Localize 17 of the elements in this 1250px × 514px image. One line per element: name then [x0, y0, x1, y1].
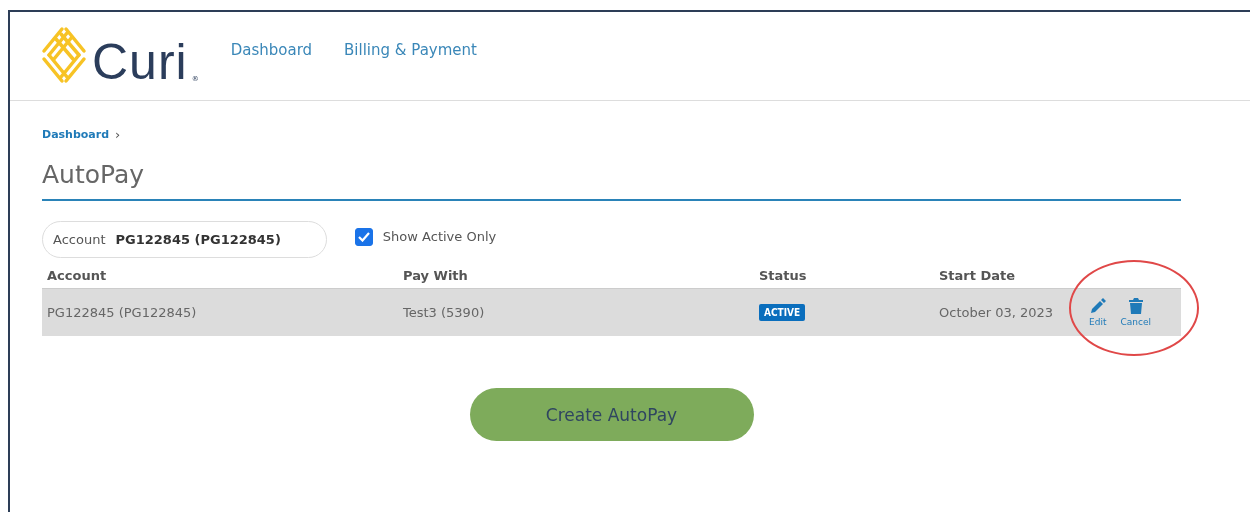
nav-link[interactable]: Billing & Payment [344, 41, 477, 59]
edit-button[interactable]: Edit [1089, 298, 1107, 327]
status-badge: ACTIVE [759, 304, 806, 321]
table-cell: October 03, 2023 [939, 305, 1054, 320]
checkbox[interactable] [354, 227, 373, 246]
checkbox-label: Show Active Only [382, 229, 497, 244]
logo-wordmark: Curi [92, 37, 188, 87]
nav-link[interactable]: Dashboard [230, 41, 313, 59]
page-title: AutoPay [42, 160, 1181, 201]
trash-icon [1128, 298, 1143, 314]
pencil-icon [1089, 298, 1106, 314]
breadcrumb-link[interactable]: Dashboard [42, 128, 110, 141]
cancel-button[interactable]: Cancel [1120, 298, 1151, 327]
table-cell: Test3 (5390) [403, 305, 485, 320]
create-autopay-button[interactable]: Create AutoPay [469, 388, 754, 441]
breadcrumb-separator: › [115, 127, 121, 142]
table-cell: PG122845 (PG122845) [47, 305, 197, 320]
